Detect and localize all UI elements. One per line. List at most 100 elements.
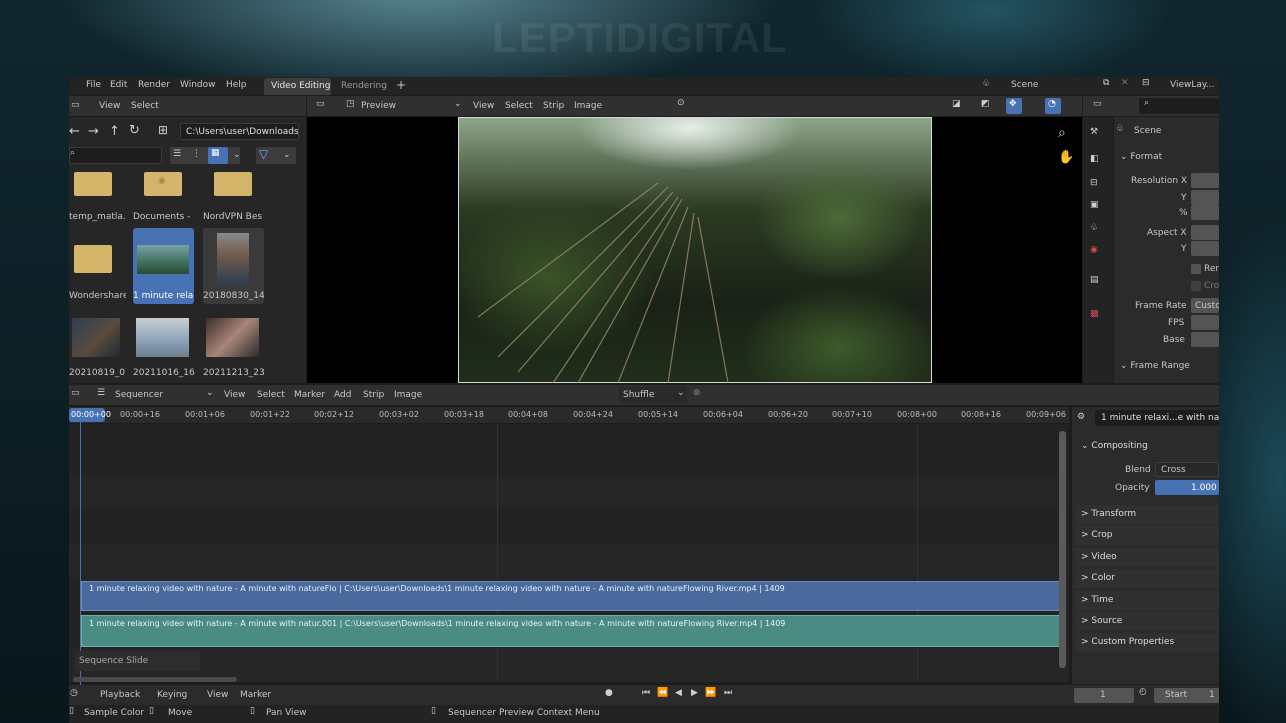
delete-scene-icon[interactable]: ✕	[1121, 78, 1129, 88]
sequencer-menu-marker[interactable]: Marker	[294, 390, 325, 400]
folder-icon[interactable]	[74, 172, 112, 196]
filebrowser-menu-view[interactable]: View	[99, 101, 120, 111]
sequencer-menu-add[interactable]: Add	[334, 390, 351, 400]
back-icon[interactable]: ←	[69, 124, 80, 139]
scene-selector[interactable]: Scene	[1011, 80, 1038, 90]
menu-edit[interactable]: Edit	[110, 80, 127, 90]
horizontal-scrollbar[interactable]	[73, 677, 237, 682]
editor-type-icon[interactable]: ▭	[71, 388, 80, 398]
clock-icon[interactable]: ◴	[1139, 687, 1147, 697]
add-workspace-button[interactable]: +	[396, 78, 406, 92]
preview-menu-image[interactable]: Image	[574, 101, 602, 111]
menu-window[interactable]: Window	[180, 80, 216, 90]
display-channels-icon[interactable]: ◪	[952, 99, 961, 109]
tab-rendering[interactable]: Rendering	[341, 81, 387, 91]
texture-tab-icon[interactable]: ▩	[1090, 309, 1099, 319]
file-item-label[interactable]: temp_matla...	[69, 212, 126, 222]
image-thumbnail[interactable]	[136, 318, 189, 357]
resolution-y-field[interactable]	[1191, 190, 1219, 205]
parent-dir-icon[interactable]: ↑	[109, 124, 120, 139]
folder-icon[interactable]	[74, 245, 112, 273]
viewlayer-selector[interactable]: ViewLay...	[1170, 80, 1215, 90]
zoom-icon[interactable]: ⌕	[1058, 125, 1066, 141]
play-icon[interactable]: ▶	[691, 688, 698, 698]
editor-type-icon[interactable]: ▭	[1093, 99, 1102, 109]
chevron-down-icon[interactable]: ⌄	[233, 150, 241, 160]
overlay-icon[interactable]: ◩	[981, 99, 990, 109]
filebrowser-search[interactable]	[69, 147, 162, 164]
file-item-label[interactable]: NordVPN Bes	[203, 212, 262, 222]
chevron-down-icon[interactable]: ⌄	[454, 99, 462, 109]
filter-icon[interactable]: ▽	[259, 147, 268, 161]
view-layer-tab-icon[interactable]: ▣	[1090, 200, 1099, 210]
chevron-down-icon[interactable]: ⌄	[283, 150, 291, 160]
playback-marker-menu[interactable]: Marker	[240, 690, 271, 700]
base-field[interactable]	[1191, 332, 1219, 347]
jump-keyframe-forward-icon[interactable]: ⏩	[705, 688, 716, 698]
file-item-label[interactable]: 20180830_14	[203, 291, 265, 301]
filebrowser-menu-select[interactable]: Select	[131, 101, 159, 111]
aspect-x-field[interactable]	[1191, 225, 1219, 240]
list-horizontal-icon[interactable]: ⋮	[192, 149, 201, 159]
record-icon[interactable]: ●	[605, 688, 613, 698]
collection-tab-icon[interactable]: ▤	[1090, 275, 1099, 285]
editor-type-icon[interactable]: ▭	[316, 99, 325, 109]
menu-help[interactable]: Help	[226, 80, 247, 90]
render-tab-icon[interactable]: ◧	[1090, 154, 1099, 164]
aspect-y-field[interactable]	[1191, 241, 1219, 256]
playback-view-menu[interactable]: View	[207, 690, 228, 700]
image-thumbnail[interactable]	[206, 318, 259, 357]
new-scene-icon[interactable]: ⧉	[1103, 78, 1109, 88]
preview-menu-strip[interactable]: Strip	[543, 101, 564, 111]
menu-file[interactable]: File	[86, 80, 101, 90]
refresh-icon[interactable]: ↻	[129, 123, 140, 138]
image-thumbnail[interactable]	[72, 318, 120, 357]
sequencer-menu-select[interactable]: Select	[257, 390, 285, 400]
forward-icon[interactable]: →	[88, 124, 99, 139]
file-item-label[interactable]: 1 minute rela...	[133, 291, 193, 301]
preview-menu-view[interactable]: View	[473, 101, 494, 111]
preview-mode-dropdown[interactable]: Preview	[361, 101, 396, 111]
chevron-down-icon[interactable]: ⌄	[206, 388, 214, 398]
compositing-panel-header[interactable]: ⌄ Compositing	[1081, 441, 1148, 451]
jump-start-icon[interactable]: ⏮	[642, 688, 650, 698]
fps-field[interactable]	[1191, 315, 1219, 330]
keying-menu[interactable]: Keying	[157, 690, 187, 700]
file-item-label[interactable]: 20211213_23	[203, 368, 265, 378]
playhead-line[interactable]	[80, 417, 81, 685]
preview-menu-select[interactable]: Select	[505, 101, 533, 111]
file-item-label[interactable]: 20211016_16	[133, 368, 195, 378]
resolution-x-field[interactable]	[1191, 173, 1219, 188]
resolution-percent-field[interactable]	[1191, 205, 1219, 220]
file-item-label[interactable]: Wondershare	[69, 291, 126, 301]
new-folder-icon[interactable]: ⊞	[158, 123, 168, 137]
menu-render[interactable]: Render	[138, 80, 170, 90]
list-vertical-icon[interactable]: ☰	[173, 149, 181, 159]
tool-tab-icon[interactable]: ⚒	[1090, 127, 1098, 137]
properties-search[interactable]	[1139, 98, 1219, 114]
snap-icon[interactable]: ⊛	[693, 388, 701, 398]
folder-icon[interactable]	[214, 172, 252, 196]
vertical-scrollbar[interactable]	[1059, 431, 1066, 668]
sequencer-menu-strip[interactable]: Strip	[363, 390, 384, 400]
play-reverse-icon[interactable]: ◀	[675, 688, 682, 698]
editor-type-icon[interactable]: ▭	[71, 100, 80, 110]
sequencer-menu-view[interactable]: View	[224, 390, 245, 400]
crop-checkbox[interactable]	[1191, 281, 1201, 291]
scene-tab-icon[interactable]: ♧	[1090, 223, 1098, 233]
file-item-label[interactable]: Documents -	[133, 212, 190, 222]
jump-end-icon[interactable]: ⏭	[724, 688, 732, 698]
sequencer-mode-dropdown[interactable]: Sequencer	[115, 390, 163, 400]
world-tab-icon[interactable]: ◉	[1090, 245, 1098, 255]
jump-keyframe-back-icon[interactable]: ⏪	[657, 688, 668, 698]
format-panel-header[interactable]: ⌄ Format	[1120, 152, 1162, 162]
render-region-checkbox[interactable]	[1191, 264, 1201, 274]
pan-hand-icon[interactable]: ✋	[1058, 150, 1074, 165]
editor-type-icon[interactable]: ◷	[70, 688, 78, 698]
frame-range-panel-header[interactable]: ⌄ Frame Range	[1120, 361, 1190, 371]
playback-menu[interactable]: Playback	[100, 690, 140, 700]
sequencer-menu-image[interactable]: Image	[394, 390, 422, 400]
pivot-icon[interactable]: ⊙	[677, 98, 685, 108]
output-tab-icon[interactable]: ⊟	[1090, 178, 1098, 188]
file-item-label[interactable]: 20210819_07	[69, 368, 126, 378]
